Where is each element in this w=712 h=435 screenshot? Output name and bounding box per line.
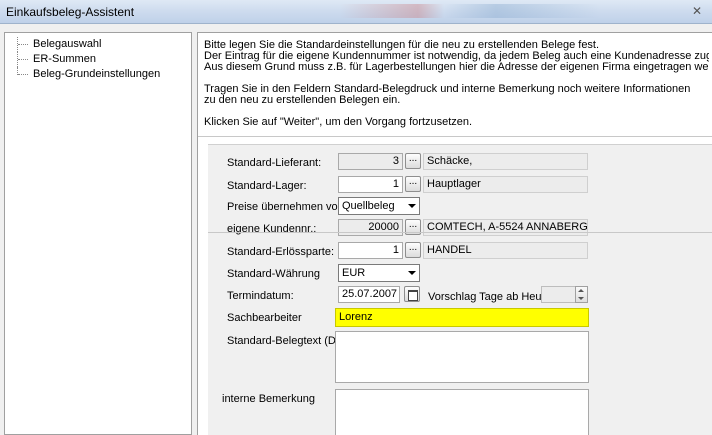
spin-up-icon [578,289,584,292]
nav-item-beleg-grundeinstellungen[interactable]: Beleg-Grundeinstellungen [13,67,160,82]
lieferant-name-field: Schäcke, [423,153,588,170]
nav-item-belegauswahl[interactable]: Belegauswahl [13,37,160,52]
vorschlag-spinner[interactable] [575,286,588,303]
sachbearbeiter-field[interactable]: Lorenz [335,308,589,327]
wizard-step-tree: Belegauswahl ER-Summen Beleg-Grundeinste… [4,32,192,435]
vorschlag-tage-field[interactable] [541,286,577,303]
instruction-text: Bitte legen Sie die Standardeinstellunge… [204,40,709,128]
lager-lookup-button[interactable]: ... [405,176,421,192]
close-icon[interactable]: ✕ [688,3,706,19]
form-divider [208,232,712,233]
info-line: zu den neu zu erstellenden Belegen ein. [204,95,401,106]
waehrung-label: Standard-Währung [227,268,320,280]
title-bar: Einkaufsbeleg-Assistent ✕ [0,0,712,24]
settings-form: Standard-Lieferant: 3 ... Schäcke, Stand… [208,144,712,435]
lager-number-field[interactable]: 1 [338,176,403,193]
belegtext-textarea[interactable] [335,331,589,383]
lager-name-field: Hauptlager [423,176,588,193]
kundennr-name-field: COMTECH, A-5524 ANNABERG /Salzbg [423,219,588,236]
sachbearbeiter-label: Sachbearbeiter [227,312,302,324]
nav-item-label: ER-Summen [33,53,96,65]
erloesparte-name-field: HANDEL [423,242,588,259]
chevron-down-icon [408,204,416,208]
preise-value: Quellbeleg [342,200,395,212]
info-line: Tragen Sie in den Feldern Standard-Beleg… [204,84,691,95]
calendar-icon[interactable] [404,286,420,302]
waehrung-dropdown[interactable]: EUR [338,264,420,282]
erloesparte-label: Standard-Erlössparte: [227,246,334,258]
erloesparte-number-field[interactable]: 1 [338,242,403,259]
kundennr-number-field[interactable]: 20000 [338,219,403,236]
spin-down-icon [578,297,584,300]
info-line: Aus diesem Grund muss z.B. für Lagerbest… [204,62,709,73]
window-title: Einkaufsbeleg-Assistent [6,5,135,19]
lieferant-number-field[interactable]: 3 [338,153,403,170]
info-line: Bitte legen Sie die Standardeinstellunge… [204,40,600,51]
nav-item-er-summen[interactable]: ER-Summen [13,52,160,67]
blurred-taskbar-area [340,4,600,18]
lieferant-label: Standard-Lieferant: [227,157,322,169]
bemerkung-textarea[interactable] [335,389,589,435]
chevron-down-icon [408,271,416,275]
separator [198,136,712,137]
termin-date-field[interactable]: 25.07.2007 [338,286,400,303]
info-line: Der Eintrag für die eigene Kundennummer … [204,51,709,62]
termin-label: Termindatum: [227,290,294,302]
info-line: Klicken Sie auf "Weiter", um den Vorgang… [204,117,473,128]
bemerkung-label: interne Bemerkung [222,393,315,405]
lieferant-lookup-button[interactable]: ... [405,153,421,169]
nav-item-label: Beleg-Grundeinstellungen [33,68,161,80]
main-panel: Bitte legen Sie die Standardeinstellunge… [197,32,712,435]
vorschlag-label: Vorschlag Tage ab Heute [428,291,551,303]
nav-item-label: Belegauswahl [33,38,102,50]
lager-label: Standard-Lager: [227,180,307,192]
preise-label: Preise übernehmen von: [227,201,347,213]
kundennr-label: eigene Kundennr.: [227,223,317,235]
preise-dropdown[interactable]: Quellbeleg [338,197,420,215]
erloesparte-lookup-button[interactable]: ... [405,242,421,258]
waehrung-value: EUR [342,267,366,279]
